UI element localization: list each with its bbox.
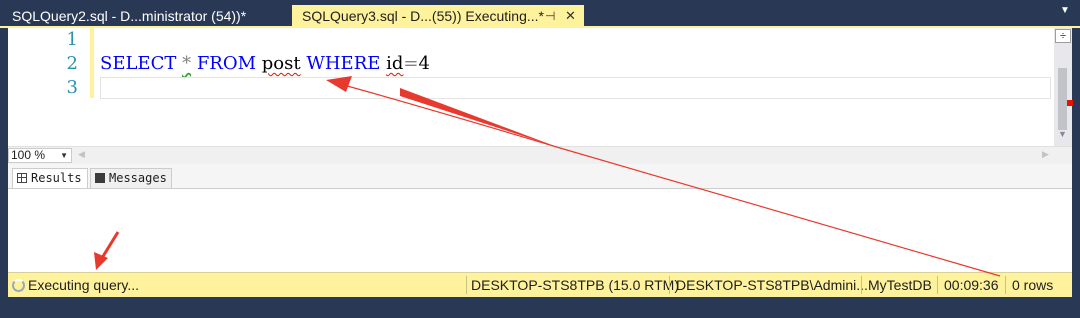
annotation-overlay [94, 76, 1001, 277]
annotation-arrow-long-wedge [400, 88, 560, 148]
annotation-arrow-head-2 [94, 252, 108, 270]
annotation-arrow-short [100, 231, 120, 259]
annotation-arrow-head-1 [326, 76, 352, 92]
annotation-arrow-long [339, 83, 1001, 277]
